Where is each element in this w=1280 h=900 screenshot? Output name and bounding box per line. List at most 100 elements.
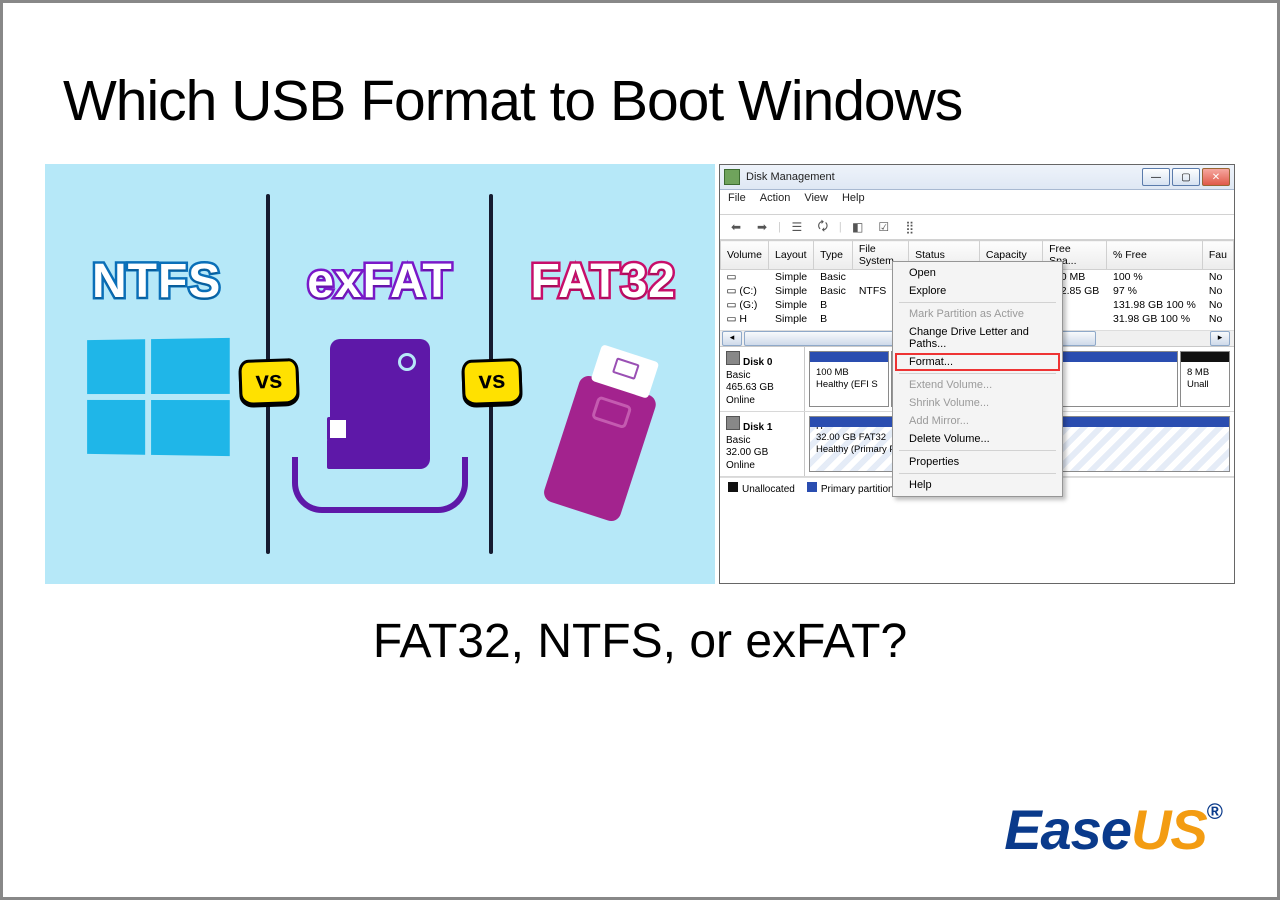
toolbar: ⬅ ➡ | ☰ 🗘 | ◧ ☑ ⣿ <box>720 215 1234 240</box>
volume-icon: ▭ <box>727 271 737 283</box>
cell: (G:) <box>739 299 757 311</box>
partition-unallocated[interactable]: 8 MB Unall <box>1180 351 1230 407</box>
cell: 131.98 GB 100 % <box>1106 298 1202 312</box>
col-type[interactable]: Type <box>814 241 853 270</box>
usb-flash-drive-icon <box>563 339 643 529</box>
easeus-logo: EaseUS® <box>1004 797 1222 862</box>
part-size: 100 MB <box>816 367 849 378</box>
fs-comparison-graphic: NTFS exFAT FAT32 vs vs <box>45 164 715 584</box>
ctx-explore[interactable]: Explore <box>895 282 1060 300</box>
cell: 100 % <box>1106 270 1202 285</box>
logo-ease: Ease <box>1004 798 1131 861</box>
part-status: Unall <box>1187 379 1209 390</box>
ctx-mark-active[interactable]: Mark Partition as Active <box>895 305 1060 323</box>
disk-name: Disk 0 <box>743 357 772 368</box>
label-exfat: exFAT <box>307 254 452 309</box>
col-fault[interactable]: Fau <box>1202 241 1233 270</box>
scroll-left-button[interactable]: ◂ <box>722 331 742 346</box>
cell: Simple <box>769 270 814 285</box>
col-percentfree[interactable]: % Free <box>1106 241 1202 270</box>
menu-view[interactable]: View <box>804 192 828 212</box>
ctx-change-letter[interactable]: Change Drive Letter and Paths... <box>895 323 1060 353</box>
ctx-add-mirror[interactable]: Add Mirror... <box>895 412 1060 430</box>
disk-icon <box>726 416 740 430</box>
external-hdd-icon <box>292 339 468 513</box>
disk-icon <box>726 351 740 365</box>
col-ntfs: NTFS <box>45 164 268 584</box>
logo-us: US <box>1131 798 1207 861</box>
minimize-button[interactable]: — <box>1142 168 1170 186</box>
refresh-icon[interactable]: 🗘 <box>813 217 833 237</box>
ctx-properties[interactable]: Properties <box>895 453 1060 471</box>
volume-icon: ▭ <box>727 285 737 297</box>
close-button[interactable]: ✕ <box>1202 168 1230 186</box>
menu-bar[interactable]: File Action View Help <box>720 190 1234 215</box>
cell: Basic <box>814 284 853 298</box>
menu-help[interactable]: Help <box>842 192 865 212</box>
disk-state: Online <box>726 460 755 471</box>
page-subtitle: FAT32, NTFS, or exFAT? <box>3 614 1277 669</box>
cell: Simple <box>769 298 814 312</box>
disk-basic: Basic <box>726 370 750 381</box>
legend-swatch-unallocated <box>728 482 738 492</box>
cell: 31.98 GB 100 % <box>1106 312 1202 326</box>
disk-size: 32.00 GB <box>726 447 768 458</box>
cell: B <box>814 298 853 312</box>
cell: No <box>1202 298 1233 312</box>
menu-action[interactable]: Action <box>760 192 791 212</box>
ctx-help[interactable]: Help <box>895 476 1060 494</box>
cell: Basic <box>814 270 853 285</box>
cell: 97 % <box>1106 284 1202 298</box>
cell: No <box>1202 270 1233 285</box>
back-button[interactable]: ⬅ <box>726 217 746 237</box>
part-size: 8 MB <box>1187 367 1209 378</box>
partition-efi[interactable]: 100 MB Healthy (EFI S <box>809 351 889 407</box>
vs-badge: vs <box>238 358 300 406</box>
toolbar-icon[interactable]: ☰ <box>787 217 807 237</box>
toolbar-icon[interactable]: ⣿ <box>900 217 920 237</box>
cell: No <box>1202 284 1233 298</box>
forward-button[interactable]: ➡ <box>752 217 772 237</box>
scroll-right-button[interactable]: ▸ <box>1210 331 1230 346</box>
col-fat32: FAT32 <box>492 164 715 584</box>
col-layout[interactable]: Layout <box>769 241 814 270</box>
vs-badge: vs <box>461 358 523 406</box>
cell: Simple <box>769 312 814 326</box>
volume-icon: ▭ <box>727 313 737 325</box>
window-title: Disk Management <box>746 171 835 183</box>
label-fat32: FAT32 <box>531 254 676 309</box>
legend-swatch-primary <box>807 482 817 492</box>
legend-label: Unallocated <box>742 484 795 495</box>
volume-icon: ▭ <box>727 299 737 311</box>
disk-size: 465.63 GB <box>726 382 774 393</box>
toolbar-icon[interactable]: ◧ <box>848 217 868 237</box>
label-ntfs: NTFS <box>92 254 221 309</box>
context-menu[interactable]: Open Explore Mark Partition as Active Ch… <box>892 261 1063 497</box>
ctx-format[interactable]: Format... <box>895 353 1060 371</box>
cell: (C:) <box>739 285 757 297</box>
cell: B <box>814 312 853 326</box>
legend-label: Primary partition <box>821 484 894 495</box>
col-exfat: exFAT <box>268 164 491 584</box>
toolbar-icon[interactable]: ☑ <box>874 217 894 237</box>
ctx-shrink[interactable]: Shrink Volume... <box>895 394 1060 412</box>
part-size: 32.00 GB FAT32 <box>816 432 886 443</box>
part-status: Healthy (EFI S <box>816 379 878 390</box>
ctx-delete[interactable]: Delete Volume... <box>895 430 1060 448</box>
disk-state: Online <box>726 395 755 406</box>
disk-basic: Basic <box>726 435 750 446</box>
window-titlebar[interactable]: Disk Management — ▢ ✕ <box>720 165 1234 190</box>
content-row: NTFS exFAT FAT32 vs vs <box>45 164 1235 584</box>
cell: H <box>739 313 747 325</box>
disk-management-window: Disk Management — ▢ ✕ File Action View H… <box>719 164 1235 584</box>
col-volume[interactable]: Volume <box>721 241 769 270</box>
ctx-open[interactable]: Open <box>895 264 1060 282</box>
windows-logo-icon <box>85 339 229 455</box>
registered-icon: ® <box>1207 799 1222 824</box>
page-title: Which USB Format to Boot Windows <box>63 68 1277 134</box>
maximize-button[interactable]: ▢ <box>1172 168 1200 186</box>
ctx-extend[interactable]: Extend Volume... <box>895 376 1060 394</box>
cell: Simple <box>769 284 814 298</box>
disk-name: Disk 1 <box>743 422 772 433</box>
menu-file[interactable]: File <box>728 192 746 212</box>
